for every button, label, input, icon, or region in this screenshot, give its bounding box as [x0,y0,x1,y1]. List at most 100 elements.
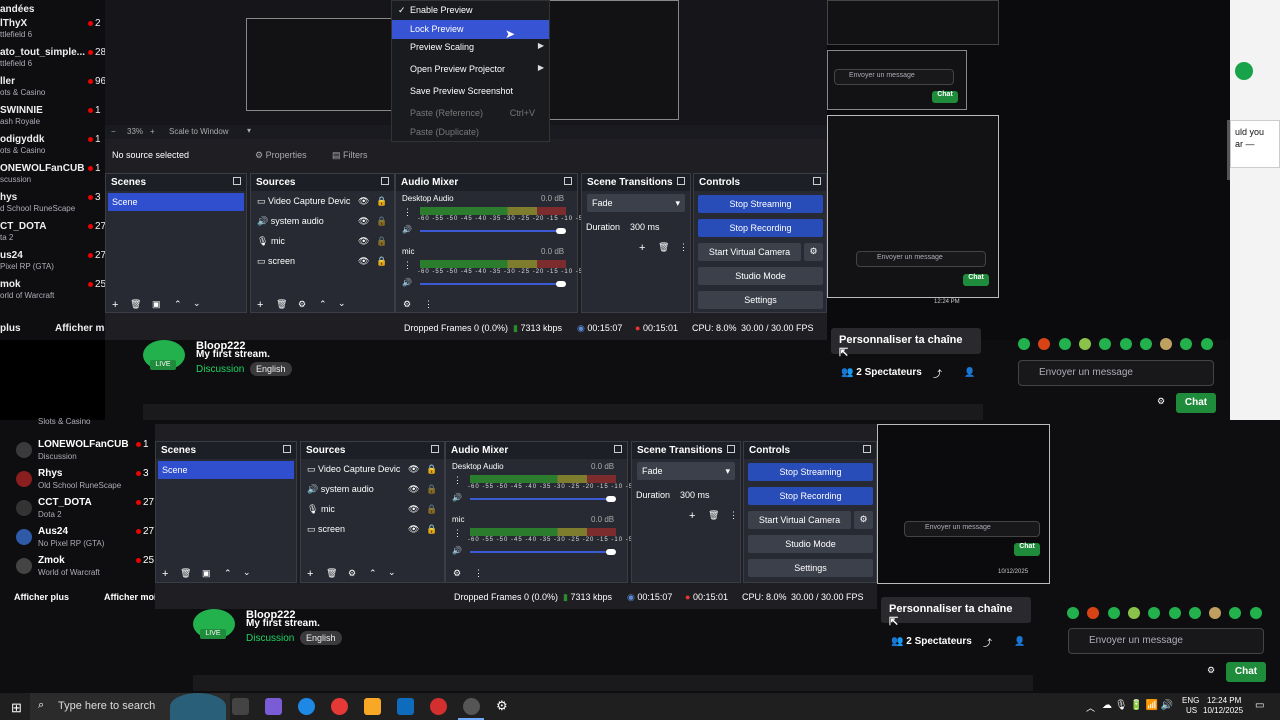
filter-icon[interactable]: ▣ [202,568,211,579]
eye-icon[interactable]: 👁 [408,504,419,515]
add-transition-button[interactable]: + [639,242,645,254]
track1-volume-slider-2[interactable] [470,498,610,500]
stop-recording-button[interactable]: Stop Recording [698,219,823,237]
show-more-link[interactable]: plus [0,323,21,334]
lock-icon[interactable]: 🔒 [426,524,437,535]
stop-streaming-button-2[interactable]: Stop Streaming [748,463,873,481]
emote-icon[interactable] [1139,338,1152,350]
emote-icon[interactable] [1188,607,1201,619]
lock-icon[interactable]: 🔒 [426,464,437,475]
studio-mode-button-2[interactable]: Studio Mode [748,535,873,553]
tag-english[interactable]: English [250,362,292,376]
source-system-audio-2[interactable]: 🔊 system audio [307,484,374,495]
menu-paste-duplicate[interactable]: Paste (Duplicate) [392,123,549,142]
following-item[interactable]: SWINNIE [0,105,43,116]
source-video[interactable]: ▭ Video Capture Devic [257,196,350,207]
stop-recording-button-2[interactable]: Stop Recording [748,487,873,505]
customize-channel-button-2[interactable]: Personnaliser ta chaîne ⇱ [881,597,1031,628]
emote-icon[interactable] [1107,607,1120,619]
outlook-icon[interactable] [397,698,414,715]
transition-select[interactable]: Fade ▾ [587,194,685,212]
menu-preview-scaling[interactable]: Preview Scaling ▶ [392,38,549,57]
track1-volume-knob[interactable] [556,228,566,234]
category-link-2[interactable]: Discussion [246,633,294,644]
chevron-up-icon[interactable]: ⌃ [369,568,377,579]
scene-item[interactable]: Scene [108,193,244,211]
virtual-camera-button-2[interactable]: Start Virtual Camera [748,511,851,529]
avatar[interactable] [16,442,32,458]
chevron-down-icon[interactable]: ⌄ [243,567,251,578]
trash-icon[interactable]: 🗑 [326,568,337,579]
lock-icon[interactable]: 🔒 [376,216,387,227]
source-screen-2[interactable]: ▭ screen [307,524,345,535]
filters-button[interactable]: ▤ Filters [332,150,368,161]
folder-icon[interactable] [364,698,381,715]
lock-icon[interactable]: 🔒 [376,196,387,207]
source-mic[interactable]: 🎙 mic [257,236,285,247]
following-item[interactable]: hys [0,192,17,203]
speaker-icon[interactable]: 🔊 [402,278,412,287]
opera-icon[interactable] [430,698,447,715]
filter-icon[interactable]: ▣ [152,299,161,310]
share-icon[interactable]: ⤴ [933,367,942,380]
scale-dropdown[interactable]: Scale to Window [169,127,229,136]
following-item[interactable]: Rhys [38,468,62,479]
stop-streaming-button[interactable]: Stop Streaming [698,195,823,213]
settings-button[interactable]: Settings [698,291,823,309]
clock-date[interactable]: 10/12/2025 [1203,706,1243,715]
gear-icon[interactable]: ⚙ [1207,665,1215,676]
speaker-icon[interactable]: 🔊 [402,225,412,234]
following-item[interactable]: lThyX [0,18,27,29]
add-source-button-2[interactable]: + [307,568,313,580]
transition-select-2[interactable]: Fade ▾ [637,462,735,480]
following-item[interactable]: LONEWOLFanCUB [38,439,129,450]
track1-volume-slider[interactable] [420,230,560,232]
edge-icon[interactable] [298,698,315,715]
chevron-up-icon[interactable]: ⌃ [319,299,327,310]
add-scene-button-2[interactable]: + [162,568,168,580]
trash-icon[interactable]: 🗑 [658,242,669,253]
track2-volume-knob[interactable] [556,281,566,287]
windows-start-icon[interactable]: ⊞ [11,700,22,716]
menu-open-projector[interactable]: Open Preview Projector ▶ [392,60,549,79]
more-icon[interactable]: ⋮ [403,207,412,218]
emote-icon[interactable] [1058,338,1071,350]
gear-icon[interactable]: ⚙ [348,568,356,579]
following-item[interactable]: Aus24 [38,526,68,537]
chat-input[interactable]: Envoyer un message [1018,360,1214,386]
menu-lock-preview[interactable]: Lock Preview [392,20,549,39]
speaker-icon[interactable]: 🔊 [452,493,462,502]
chevron-down-icon[interactable]: ⌄ [388,567,396,578]
eye-icon[interactable]: 👁 [358,216,369,227]
source-video-2[interactable]: ▭ Video Capture Devic [307,464,400,475]
menu-enable-preview[interactable]: ✓ Enable Preview [392,1,549,20]
source-mic-2[interactable]: 🎙 mic [307,504,335,515]
settings-button-2[interactable]: Settings [748,559,873,577]
notification-icon[interactable]: ▭ [1255,700,1264,711]
task-view-icon[interactable] [232,698,249,715]
gear-icon[interactable]: ⚙ [854,511,873,529]
duration-input[interactable]: 300 ms [630,222,660,232]
emote-icon[interactable] [1067,607,1079,619]
eye-icon[interactable]: 👁 [408,524,419,535]
chat-send-button-2[interactable]: Chat [1226,662,1266,682]
emote-icon[interactable] [1160,338,1173,350]
emote-icon[interactable] [1249,607,1262,619]
source-system-audio[interactable]: 🔊 system audio [257,216,324,227]
copilot-icon[interactable] [265,698,282,715]
duration-input-2[interactable]: 300 ms [680,490,710,500]
chevron-up-icon[interactable]: ⌃ [224,568,232,579]
avatar[interactable] [16,529,32,545]
more-icon[interactable]: ⋮ [679,242,688,253]
virtual-camera-button[interactable]: Start Virtual Camera [698,243,801,261]
following-item[interactable]: CT_DOTA [0,221,46,232]
eye-icon[interactable]: 👁 [408,484,419,495]
source-screen[interactable]: ▭ screen [257,256,295,267]
following-item[interactable]: Zmok [38,555,65,566]
properties-button[interactable]: ⚙ Properties [255,150,307,161]
gear-icon[interactable]: ⚙ [403,299,411,310]
gear-icon[interactable]: ⚙ [1157,396,1165,407]
obs-icon[interactable] [463,698,480,715]
eye-icon[interactable]: 👁 [358,196,369,207]
track2-volume-slider-2[interactable] [470,551,610,553]
